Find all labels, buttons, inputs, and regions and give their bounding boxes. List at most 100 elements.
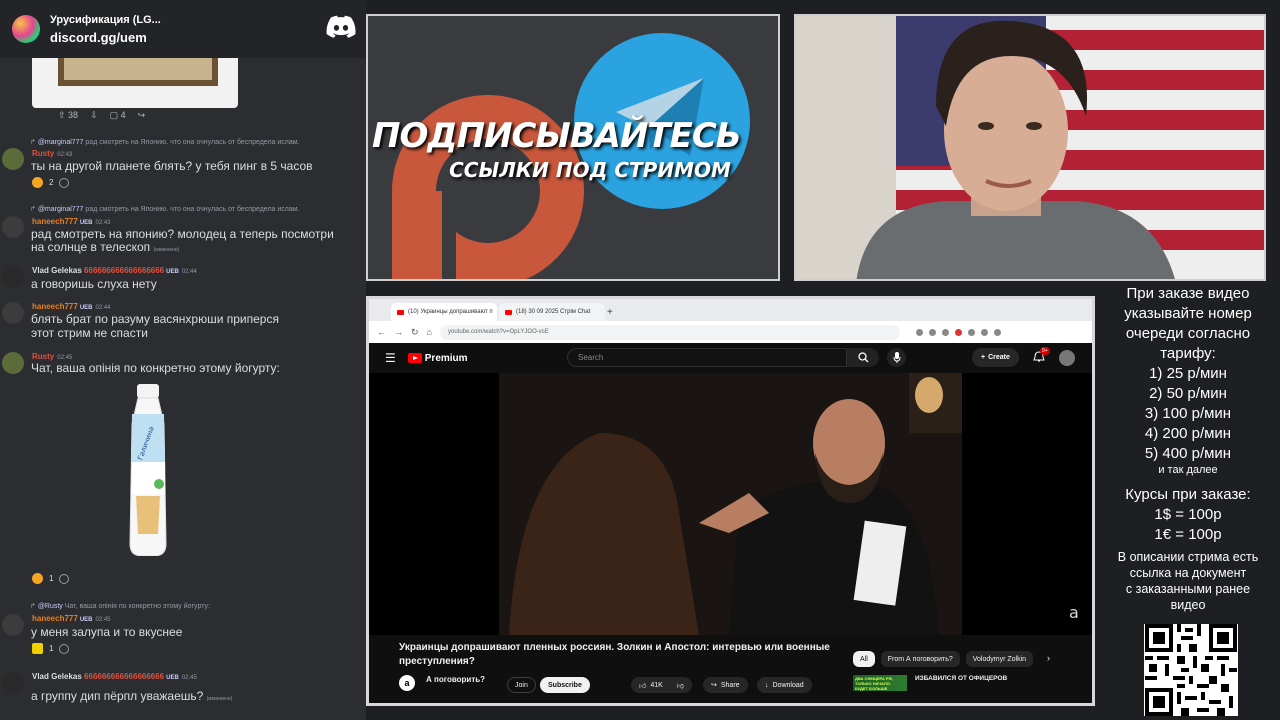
share-arrow-icon: ↪	[711, 682, 717, 689]
chip-zolkin[interactable]: Volodymyr Zolkin	[965, 651, 1034, 667]
desc-line: с заказанными ранее	[1125, 582, 1251, 596]
chat-message: ↱ @marginal777 рад смотреть на Японию. ч…	[0, 136, 366, 192]
reaction[interactable]: 1	[32, 573, 70, 584]
extension-icons[interactable]	[915, 328, 1001, 336]
tariff-etc: и так далее	[1158, 464, 1218, 476]
message-text: блять брат по разуму васянхрюши приперся	[31, 312, 279, 326]
promo-subtitle: ССЫЛКИ ПОД СТРИМОМ	[449, 158, 731, 182]
tariff-line: 5) 400 р/мин	[1144, 445, 1232, 462]
reaction[interactable]: 1	[32, 643, 70, 654]
add-reaction-icon[interactable]	[59, 643, 70, 654]
server-icon	[12, 15, 40, 43]
chat-message: ↱ @Rusty Чат, ваша опінія по конкретно э…	[0, 600, 366, 658]
video-frame-image: a	[369, 373, 1092, 635]
username[interactable]: haneech777 UEB 02:44	[32, 302, 111, 311]
channel-name[interactable]: А поговорить?	[426, 675, 485, 684]
yogurt-bottle-image[interactable]: Галичина	[124, 384, 172, 556]
laugh-emoji-icon	[32, 177, 43, 188]
new-tab-button[interactable]: +	[607, 307, 613, 321]
microphone-icon	[893, 352, 900, 363]
order-info-panel: При заказе видео указывайте номер очеред…	[1096, 284, 1280, 720]
chat-message: Rusty 02:45 Чат, ваша опінія по конкретно…	[0, 350, 366, 590]
server-header[interactable]: Урусификация (LG... discord.gg/uem	[0, 0, 366, 58]
message-text: у меня залупа и то вкуснее	[31, 625, 183, 639]
info-intro-line: очереди согласно	[1125, 325, 1251, 342]
webcam-image	[796, 16, 1264, 279]
create-button[interactable]: + Create	[972, 348, 1019, 367]
join-button[interactable]: Join	[507, 677, 536, 693]
message-text: Чат, ваша опінія по конкретно этому йогу…	[31, 361, 280, 375]
server-invite-link[interactable]: discord.gg/uem	[50, 29, 161, 46]
back-icon[interactable]: ←	[377, 327, 386, 337]
server-name: Урусификация (LG...	[50, 14, 161, 26]
download-icon: ↓	[765, 681, 769, 689]
home-icon[interactable]: ⌂	[427, 327, 432, 337]
chevron-right-icon[interactable]: ›	[1047, 653, 1050, 663]
desc-line: видео	[1170, 598, 1206, 612]
qr-code-image[interactable]	[1144, 624, 1238, 716]
thumbs-down-icon[interactable]: 👎︎	[677, 681, 684, 690]
tab-strip: (10) Украинцы допрашивают п (18) 30 09 2…	[369, 299, 1092, 321]
recommended-video-title[interactable]: ИЗБАВИЛСЯ ОТ ОФИЦЕРОВ	[915, 675, 1007, 682]
username[interactable]: Vlad Gelekas 666666666666666666 UEB 02:44	[32, 266, 197, 275]
discord-chat-panel: Урусификация (LG... discord.gg/uem ⇧ 38 …	[0, 0, 366, 720]
message-text: рад смотреть на японию? молодец а теперь…	[31, 227, 334, 241]
download-button[interactable]: ↓ Download	[757, 677, 812, 693]
embed-likes: ⇧ 38	[58, 109, 79, 120]
add-reaction-icon[interactable]	[59, 573, 70, 584]
youtube-favicon-icon	[397, 309, 404, 315]
chip-from-channel[interactable]: From А поговорить?	[880, 651, 960, 667]
share-button[interactable]: ↪ Share	[703, 677, 748, 693]
username[interactable]: haneech777 UEB 02:45	[32, 614, 111, 623]
channel-avatar[interactable]: a	[399, 675, 415, 691]
recommendation-chips: All From А поговорить? Volodymyr Zolkin	[853, 651, 1034, 667]
reply-preview[interactable]: ↱ @Rusty Чат, ваша опінія по конкретно э…	[30, 602, 210, 610]
account-avatar[interactable]	[1059, 350, 1075, 366]
recommended-video-thumbnail[interactable]: ДВА ОФИЦЕРА РФ, ТОЛЬКО НАЧАЛО. БУДЕТ БОЛ…	[853, 675, 907, 691]
avatar[interactable]	[2, 216, 24, 238]
reload-icon[interactable]: ↻	[411, 327, 419, 338]
video-info-area: Украинцы допрашивают пленных россиян. Зо…	[369, 635, 1092, 703]
subscribe-banner: ПОДПИСЫВАЙТЕСЬ ССЫЛКИ ПОД СТРИМОМ	[366, 14, 780, 281]
reaction[interactable]: 2	[32, 177, 70, 188]
reply-preview[interactable]: ↱ @marginal777 рад смотреть на Японию. ч…	[30, 205, 300, 213]
discord-logo-icon	[326, 15, 356, 38]
rate-line: 1$ = 100р	[1154, 506, 1222, 523]
message-text: на солнце в телескоп (изменено)	[31, 240, 180, 254]
chip-all[interactable]: All	[853, 651, 875, 667]
browser-tab-stream[interactable]: (18) 30 09 2025 Стрім Chat	[499, 303, 605, 321]
tariff-line: 2) 50 р/мин	[1149, 385, 1227, 402]
avatar[interactable]	[2, 302, 24, 324]
hamburger-menu-icon[interactable]: ☰	[385, 351, 396, 365]
avatar[interactable]	[2, 672, 24, 694]
forward-icon[interactable]: →	[394, 327, 403, 337]
browser-tab-youtube-video[interactable]: (10) Украинцы допрашивают п	[391, 303, 497, 321]
svg-text:a: a	[1069, 603, 1079, 622]
youtube-header: ☰ Premium Search + Create 9+	[369, 343, 1092, 373]
embed-stats: ⇧ 38 ⇩ ▢ 4 ↪	[32, 108, 238, 122]
search-input[interactable]: Search	[567, 348, 847, 367]
youtube-premium-logo[interactable]: Premium	[407, 353, 468, 364]
avatar[interactable]	[2, 266, 24, 288]
avatar[interactable]	[2, 614, 24, 636]
search-button[interactable]	[847, 348, 879, 367]
url-bar[interactable]: youtube.com/watch?v=OpLYJOO-vsE	[439, 324, 900, 340]
username[interactable]: Rusty 02:45	[32, 352, 72, 361]
avatar[interactable]	[2, 148, 24, 170]
voice-search-button[interactable]	[887, 348, 906, 367]
promo-title: ПОДПИСЫВАЙТЕСЬ	[372, 116, 742, 156]
video-player[interactable]: a	[369, 373, 1092, 635]
username[interactable]: haneech777 UEB 02:43	[32, 217, 111, 226]
add-reaction-icon[interactable]	[59, 177, 70, 188]
sticker-emoji-icon	[32, 643, 43, 654]
reply-preview[interactable]: ↱ @marginal777 рад смотреть на Японию. ч…	[30, 138, 300, 146]
username[interactable]: Vlad Gelekas 666666666666666666 UEB 02:45	[32, 672, 197, 681]
embed-image[interactable]	[32, 58, 238, 108]
message-text: ты на другой планете блять? у тебя пинг …	[31, 159, 313, 173]
address-bar-row: ← → ↻ ⌂ youtube.com/watch?v=OpLYJOO-vsE	[369, 321, 1092, 343]
fire-emoji-icon	[32, 573, 43, 584]
avatar[interactable]	[2, 352, 24, 374]
username[interactable]: Rusty 02:43	[32, 149, 72, 158]
like-button[interactable]: 👍︎ 41K 👎︎	[631, 677, 692, 693]
subscribe-button[interactable]: Subscribe	[540, 677, 590, 693]
